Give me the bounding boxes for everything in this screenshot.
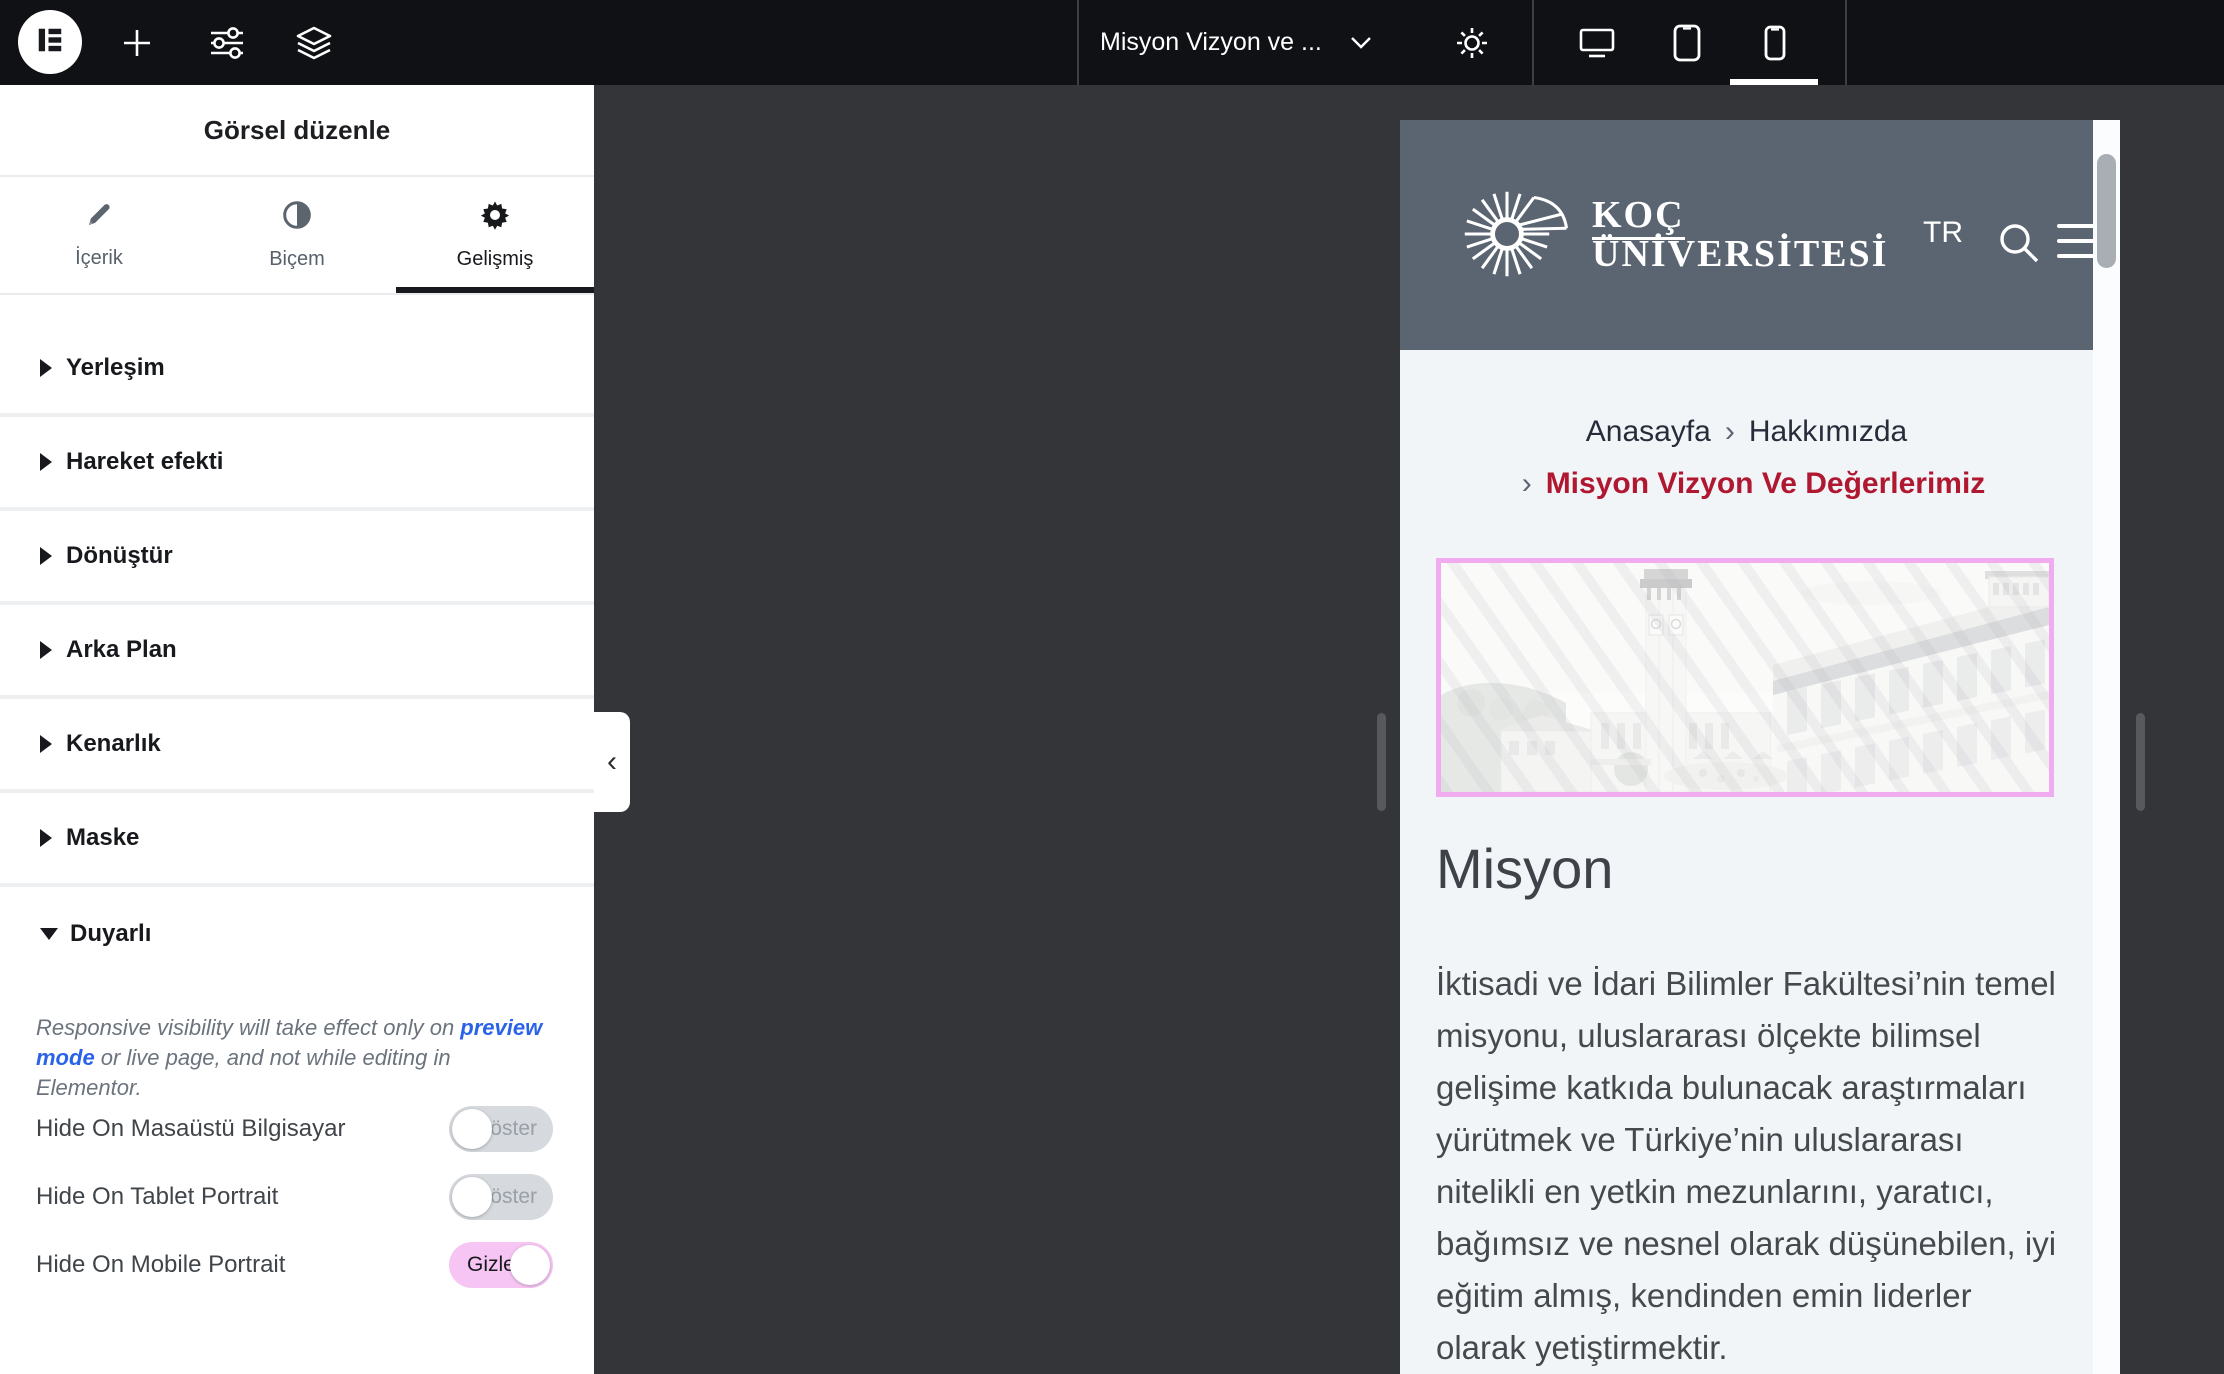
layers-icon xyxy=(292,21,336,65)
language-switcher[interactable]: TR xyxy=(1923,216,1963,250)
tab-bicem[interactable]: Biçem xyxy=(198,177,396,293)
document-title: Misyon Vizyon ve ... xyxy=(1100,28,1322,57)
tab-label: Gelişmiş xyxy=(457,248,534,271)
tab-label: İçerik xyxy=(75,247,123,270)
tab-gelismis[interactable]: Gelişmiş xyxy=(396,177,594,293)
note-text: Responsive visibility will take effect o… xyxy=(36,1015,460,1040)
hide-on-desktop-row: Hide On Masaüstü Bilgisayar Göster xyxy=(0,1095,594,1163)
settings-panel: Görsel düzenle İçerik Biçem xyxy=(0,85,594,1374)
section-hareket-efekti[interactable]: Hareket efekti xyxy=(0,417,594,511)
mobile-preview-frame: KOÇ ÜNİVERSİTESİ TR Anasayfa›Hakkımızda … xyxy=(1400,120,2120,1374)
document-switcher[interactable]: Misyon Vizyon ve ... xyxy=(1100,0,1372,85)
site-header: KOÇ ÜNİVERSİTESİ TR xyxy=(1400,120,2120,350)
caret-right-icon xyxy=(40,829,52,847)
toggle-state-label: Gizle xyxy=(467,1242,515,1288)
caret-right-icon xyxy=(40,547,52,565)
responsive-desktop-button[interactable] xyxy=(1575,0,1619,85)
elementor-menu-button[interactable] xyxy=(18,10,82,74)
breadcrumb-current[interactable]: Misyon Vizyon Ve Değerlerimiz xyxy=(1546,467,1986,500)
toggle-knob xyxy=(452,1109,492,1149)
hide-on-desktop-label: Hide On Masaüstü Bilgisayar xyxy=(36,1115,345,1143)
koc-nautilus-logo-icon xyxy=(1458,186,1580,287)
caret-right-icon xyxy=(40,641,52,659)
contrast-icon xyxy=(282,200,312,236)
gear-icon xyxy=(1452,23,1492,63)
scrollbar-thumb[interactable] xyxy=(2097,154,2116,268)
navigator-button[interactable] xyxy=(290,0,338,85)
section-maske[interactable]: Maske xyxy=(0,793,594,887)
toggle-knob xyxy=(452,1177,492,1217)
toolbar-divider xyxy=(1845,0,1847,85)
hide-on-tablet-label: Hide On Tablet Portrait xyxy=(36,1183,278,1211)
page-heading: Misyon xyxy=(1436,836,1613,901)
panel-collapse-handle[interactable]: ‹ xyxy=(594,712,630,812)
mission-paragraph: İktisadi ve İdari Bilimler Fakültesi’nin… xyxy=(1436,958,2060,1374)
document-settings-button[interactable] xyxy=(1448,0,1496,85)
tab-label: Biçem xyxy=(269,248,325,271)
elementor-editor: Misyon Vizyon ve ... xyxy=(0,0,2224,1374)
sliders-icon xyxy=(206,22,248,64)
selected-image-widget[interactable] xyxy=(1436,558,2054,797)
panel-tabs: İçerik Biçem Gelişmiş xyxy=(0,177,594,295)
breadcrumb-separator: › xyxy=(1508,467,1546,500)
section-kenarlik[interactable]: Kenarlık xyxy=(0,699,594,793)
hide-on-tablet-toggle[interactable]: Göster xyxy=(449,1174,553,1220)
elementor-logo-icon xyxy=(32,22,68,63)
faded-overlay xyxy=(1441,563,2049,792)
logo-line-2: ÜNİVERSİTESİ xyxy=(1592,234,1888,274)
tablet-icon xyxy=(1671,23,1703,63)
caret-down-icon xyxy=(40,928,58,940)
active-device-indicator xyxy=(1730,79,1818,85)
pencil-icon xyxy=(85,201,113,235)
section-arka-plan[interactable]: Arka Plan xyxy=(0,605,594,699)
note-text: or live page, and not while editing in E… xyxy=(36,1045,451,1100)
preview-resize-handle-right[interactable] xyxy=(2136,713,2145,811)
advanced-sections: Yerleşim Hareket efekti Dönüştür Arka Pl… xyxy=(0,295,594,981)
breadcrumb-home[interactable]: Anasayfa xyxy=(1586,415,1711,448)
responsive-mobile-button[interactable] xyxy=(1753,0,1797,85)
responsive-visibility-note: Responsive visibility will take effect o… xyxy=(36,1013,560,1103)
site-logo-text[interactable]: KOÇ ÜNİVERSİTESİ xyxy=(1592,196,1888,274)
site-settings-button[interactable] xyxy=(203,0,251,85)
gear-filled-icon xyxy=(480,200,510,236)
desktop-icon xyxy=(1577,24,1617,62)
breadcrumb-separator: › xyxy=(1711,415,1749,448)
hide-on-mobile-toggle[interactable]: Gizle xyxy=(449,1242,553,1288)
caret-right-icon xyxy=(40,359,52,377)
caret-right-icon xyxy=(40,453,52,471)
top-toolbar: Misyon Vizyon ve ... xyxy=(0,0,2224,85)
search-icon[interactable] xyxy=(1996,220,2042,271)
caret-right-icon xyxy=(40,735,52,753)
chevron-left-icon: ‹ xyxy=(607,745,617,779)
hide-on-mobile-label: Hide On Mobile Portrait xyxy=(36,1251,285,1279)
plus-icon xyxy=(118,24,156,62)
panel-title: Görsel düzenle xyxy=(204,115,390,146)
preview-scrollbar[interactable] xyxy=(2093,120,2120,1374)
hamburger-menu-icon[interactable] xyxy=(2057,224,2095,269)
tab-icerik[interactable]: İçerik xyxy=(0,177,198,293)
hide-on-tablet-row: Hide On Tablet Portrait Göster xyxy=(0,1163,594,1231)
add-element-button[interactable] xyxy=(115,0,159,85)
chevron-down-icon xyxy=(1350,28,1372,57)
section-donustur[interactable]: Dönüştür xyxy=(0,511,594,605)
responsive-tablet-button[interactable] xyxy=(1665,0,1709,85)
breadcrumb: Anasayfa›Hakkımızda ›Misyon Vizyon Ve De… xyxy=(1400,406,2093,510)
toolbar-divider xyxy=(1532,0,1534,85)
hide-on-desktop-toggle[interactable]: Göster xyxy=(449,1106,553,1152)
mobile-icon xyxy=(1763,24,1787,62)
hide-on-mobile-row: Hide On Mobile Portrait Gizle xyxy=(0,1231,594,1299)
section-duyarli[interactable]: Duyarlı xyxy=(0,887,594,981)
preview-resize-handle-left[interactable] xyxy=(1377,713,1386,811)
section-yerlesim[interactable]: Yerleşim xyxy=(0,323,594,417)
responsive-controls: Hide On Masaüstü Bilgisayar Göster Hide … xyxy=(0,1095,594,1299)
breadcrumb-parent[interactable]: Hakkımızda xyxy=(1749,415,1907,448)
panel-header: Görsel düzenle xyxy=(0,85,594,177)
toggle-knob xyxy=(510,1245,550,1285)
toolbar-divider xyxy=(1077,0,1079,85)
